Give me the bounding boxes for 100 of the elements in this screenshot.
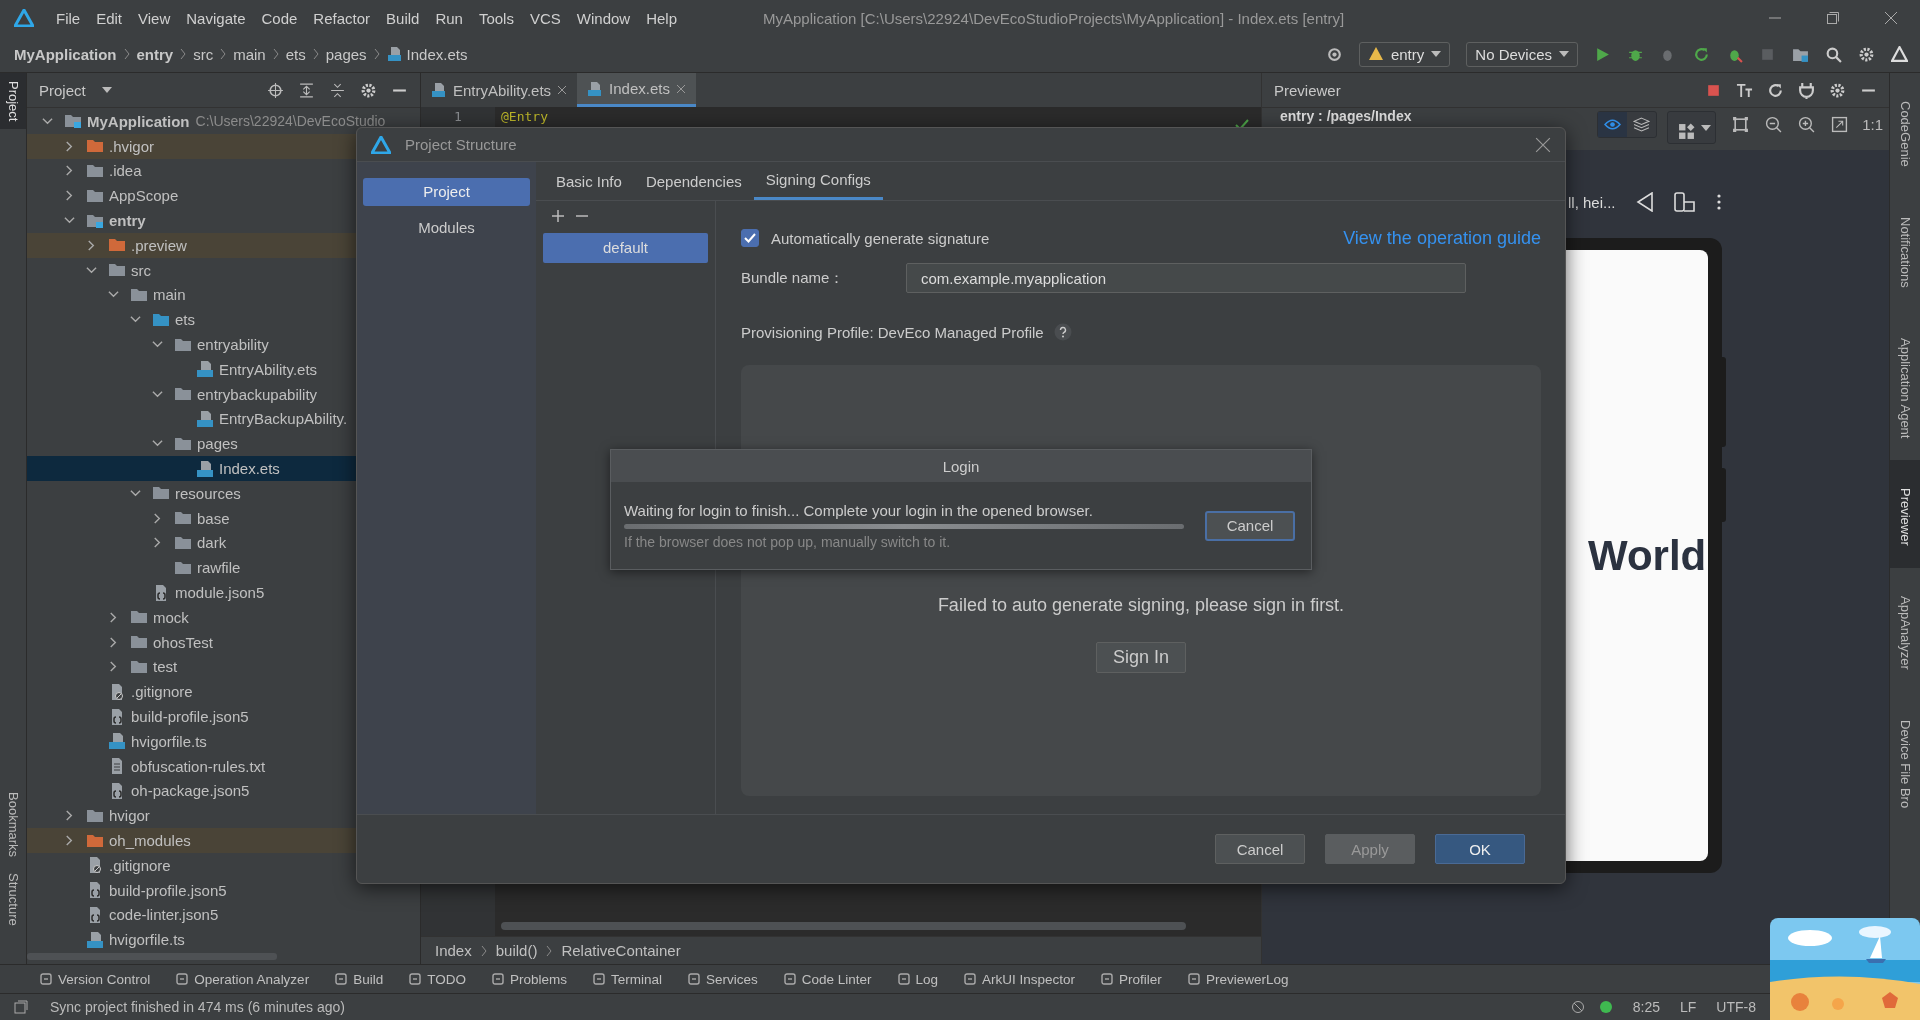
settings-icon[interactable] bbox=[1829, 81, 1846, 99]
tool-window-tab[interactable]: CodeGenie bbox=[1890, 73, 1920, 189]
menu-item[interactable]: Window bbox=[568, 9, 639, 27]
tree-item[interactable]: base bbox=[27, 505, 420, 531]
chevron-icon[interactable] bbox=[86, 264, 97, 276]
tool-window-button[interactable]: PreviewerLog bbox=[1187, 971, 1289, 987]
chevron-icon[interactable] bbox=[130, 487, 141, 499]
tree-item[interactable]: hvigorfile.ts bbox=[27, 728, 420, 754]
tool-window-button[interactable]: Code Linter bbox=[783, 971, 872, 987]
bundle-name-field[interactable]: com.example.myapplication bbox=[906, 263, 1466, 293]
restore-icon[interactable] bbox=[1826, 11, 1840, 25]
chevron-icon[interactable] bbox=[152, 388, 163, 400]
tree-item[interactable]: entryability bbox=[27, 332, 420, 357]
zoom-in-icon[interactable] bbox=[1798, 116, 1816, 133]
breadcrumb-item[interactable]: RelativeContainer bbox=[561, 942, 681, 959]
scrollbar[interactable] bbox=[501, 922, 1186, 930]
tool-window-tab[interactable]: Device File Bro bbox=[1890, 691, 1920, 830]
chevron-icon[interactable] bbox=[64, 190, 75, 202]
breadcrumb-item[interactable]: src bbox=[193, 45, 214, 63]
line-ending[interactable]: LF bbox=[1680, 999, 1697, 1015]
tree-item[interactable]: hvigorfile.ts bbox=[27, 927, 420, 953]
close-icon[interactable] bbox=[557, 85, 568, 95]
more-icon[interactable] bbox=[1715, 192, 1722, 212]
run-icon[interactable] bbox=[1594, 45, 1611, 63]
dialog-tab[interactable]: Basic Info bbox=[544, 162, 634, 200]
tool-window-button[interactable]: Log bbox=[897, 971, 939, 987]
plug-icon[interactable] bbox=[1798, 81, 1815, 99]
tree-item[interactable]: test bbox=[27, 654, 420, 680]
chevron-icon[interactable] bbox=[108, 636, 119, 648]
expand-all-icon[interactable] bbox=[298, 81, 315, 99]
tree-item[interactable]: pages bbox=[27, 431, 420, 457]
config-item[interactable]: default bbox=[543, 233, 708, 263]
sign-in-button[interactable]: Sign In bbox=[1095, 642, 1186, 673]
tool-window-button[interactable]: Version Control bbox=[40, 971, 151, 987]
tree-item[interactable]: EntryAbility.ets bbox=[27, 356, 420, 382]
tree-item[interactable]: obfuscation-rules.txt bbox=[27, 753, 420, 779]
tree-item[interactable]: ets bbox=[27, 307, 420, 333]
search-icon[interactable] bbox=[1825, 45, 1842, 63]
tool-window-tab[interactable]: Application Agent bbox=[1890, 309, 1920, 461]
breadcrumb-item[interactable]: build() bbox=[495, 942, 538, 959]
checkbox[interactable] bbox=[741, 229, 759, 247]
tool-window-tab[interactable]: AppAnalyzer bbox=[1890, 567, 1920, 692]
breadcrumb-item[interactable]: pages bbox=[325, 45, 367, 63]
no-entry-icon[interactable] bbox=[1570, 1000, 1585, 1014]
tree-item[interactable]: .gitignore bbox=[27, 679, 420, 705]
close-icon[interactable] bbox=[675, 83, 686, 94]
settings-icon[interactable] bbox=[360, 81, 377, 99]
chevron-icon[interactable] bbox=[64, 810, 75, 822]
device-dropdown[interactable]: No Devices bbox=[1466, 41, 1578, 67]
cancel-button[interactable]: Cancel bbox=[1205, 510, 1295, 541]
tool-window-button[interactable]: Build bbox=[335, 971, 384, 987]
back-icon[interactable] bbox=[1635, 192, 1654, 212]
tree-item[interactable]: module.json5 bbox=[27, 580, 420, 605]
refresh-icon[interactable] bbox=[1767, 81, 1784, 99]
settings-icon[interactable] bbox=[1858, 45, 1875, 63]
tool-window-tab[interactable]: Previewer bbox=[1890, 460, 1920, 568]
tool-window-button[interactable]: Problems bbox=[491, 971, 567, 987]
menu-item[interactable]: Edit bbox=[88, 9, 131, 27]
tree-item[interactable]: hvigor bbox=[27, 803, 420, 829]
menu-item[interactable]: View bbox=[130, 9, 179, 27]
tree-item[interactable]: src bbox=[27, 257, 420, 283]
chevron-icon[interactable] bbox=[152, 537, 163, 549]
help-icon[interactable] bbox=[1053, 323, 1072, 341]
triangle-logo-icon[interactable] bbox=[1891, 45, 1908, 63]
tree-item[interactable]: code-linter.json5 bbox=[27, 902, 420, 928]
menu-item[interactable]: Refactor bbox=[305, 9, 379, 27]
menu-item[interactable]: Tools bbox=[470, 9, 522, 27]
close-icon[interactable] bbox=[1535, 136, 1551, 153]
editor-tab[interactable]: EntryAbility.ets bbox=[421, 73, 578, 107]
caret-position[interactable]: 8:25 bbox=[1632, 999, 1660, 1015]
tool-window-tab[interactable]: Project bbox=[0, 73, 26, 130]
tool-window-button[interactable]: ArkUI Inspector bbox=[964, 971, 1076, 987]
menu-item[interactable]: Code bbox=[253, 9, 306, 27]
menu-item[interactable]: Build bbox=[378, 9, 428, 27]
chevron-icon[interactable] bbox=[64, 140, 75, 152]
tree-item[interactable]: EntryBackupAbility. bbox=[27, 406, 420, 432]
menu-item[interactable]: File bbox=[48, 9, 89, 27]
dialog-button[interactable]: OK bbox=[1435, 834, 1525, 864]
chevron-icon[interactable] bbox=[64, 835, 75, 846]
tree-item[interactable]: MyApplication C:\Users\22924\DevEcoStudio bbox=[27, 109, 420, 134]
device-name[interactable]: ll, hei... bbox=[1568, 193, 1616, 211]
tool-window-button[interactable]: TODO bbox=[409, 971, 466, 987]
fit-screen-icon[interactable] bbox=[1831, 116, 1849, 133]
dialog-button[interactable]: Cancel bbox=[1215, 834, 1305, 864]
tool-window-tab[interactable]: Structure bbox=[0, 865, 26, 934]
chevron-icon[interactable] bbox=[64, 165, 75, 177]
tree-item[interactable]: entrybackupability bbox=[27, 381, 420, 407]
breadcrumb-item[interactable]: entry bbox=[136, 45, 174, 63]
breadcrumb-item[interactable]: main bbox=[233, 45, 266, 63]
tool-window-tab[interactable]: Bookmarks bbox=[0, 784, 26, 866]
tree-item[interactable]: mock bbox=[27, 604, 420, 630]
dialog-tab[interactable]: Dependencies bbox=[633, 162, 754, 200]
tool-window-button[interactable]: Operation Analyzer bbox=[176, 971, 310, 987]
breadcrumb-item[interactable]: MyApplication bbox=[14, 45, 117, 63]
breadcrumb-item[interactable]: Index.ets bbox=[406, 45, 468, 63]
zoom-out-icon[interactable] bbox=[1765, 116, 1783, 133]
chevron-icon[interactable] bbox=[152, 512, 163, 524]
close-icon[interactable] bbox=[1884, 11, 1898, 25]
status-dot-icon[interactable] bbox=[1598, 1000, 1613, 1014]
tree-item[interactable]: oh-package.json5 bbox=[27, 778, 420, 804]
